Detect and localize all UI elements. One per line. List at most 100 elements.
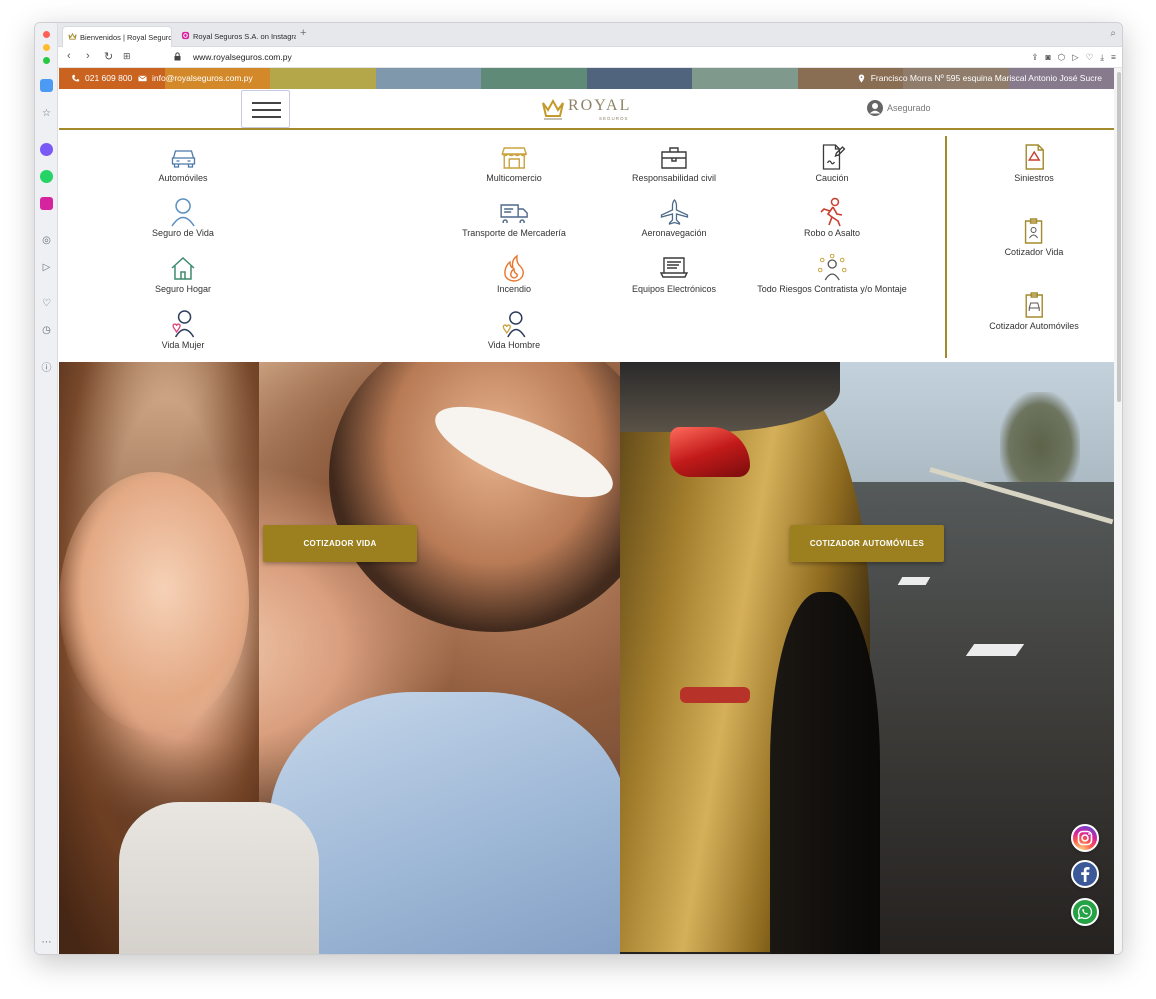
instagram-favicon-icon <box>181 31 190 40</box>
website: 021 609 800 info@royalseguros.com.py Fra… <box>59 68 1114 954</box>
tab-bar: Bienvenidos | Royal Seguros Royal Seguro… <box>58 23 1122 47</box>
close-window-button[interactable] <box>43 31 50 38</box>
address-bar: ‹ › ↻ ⊞ www.royalseguros.com.py ⇪ ◙ ⬡ ▷ … <box>58 47 1122 68</box>
tab-royal-seguros[interactable]: Bienvenidos | Royal Seguros <box>62 26 172 47</box>
menu-item-todo-riesgos[interactable]: Todo Riesgos Contratista y/o Montaje <box>757 253 907 294</box>
send-icon[interactable]: ▷ <box>1072 52 1079 63</box>
menu-item-seguro-hogar[interactable]: Seguro Hogar <box>155 253 211 294</box>
menu-icon[interactable]: ≡ <box>1111 52 1116 63</box>
bulb-icon[interactable]: ⓘ <box>40 360 53 374</box>
download-icon[interactable]: ⤓ <box>1100 52 1104 63</box>
document-signature-icon <box>822 144 845 170</box>
person-icon <box>171 198 195 227</box>
house-icon <box>171 256 195 280</box>
phone-text: 021 609 800 <box>85 73 133 83</box>
menu-item-robo-asalto[interactable]: Robo o Asalto <box>804 197 860 238</box>
envelope-icon <box>138 75 147 81</box>
menu-item-cotizador-automoviles[interactable]: Cotizador Automóviles <box>989 290 1079 331</box>
mega-menu: Automóviles Seguro de Vida Seguro Hogar … <box>59 130 1114 362</box>
storefront-icon <box>501 147 527 169</box>
phone-link[interactable]: 021 609 800 <box>71 73 132 83</box>
menu-item-multicomercio[interactable]: Multicomercio <box>486 142 542 183</box>
car-photo: COTIZADOR AUTOMÓVILES <box>620 362 1114 954</box>
menu-item-aeronavegacion[interactable]: Aeronavegación <box>641 197 707 238</box>
menu-item-automoviles[interactable]: Automóviles <box>158 142 208 183</box>
menu-item-cotizador-vida[interactable]: Cotizador Vida <box>1005 216 1063 257</box>
email-link[interactable]: info@royalseguros.com.py <box>138 73 253 83</box>
cotizador-automoviles-button[interactable]: COTIZADOR AUTOMÓVILES <box>790 525 944 562</box>
page-scrollbar[interactable] <box>1114 68 1122 954</box>
hamburger-menu-button[interactable] <box>241 90 290 128</box>
lock-icon <box>174 52 181 61</box>
menu-item-incendio[interactable]: Incendio <box>497 253 531 294</box>
minimize-window-button[interactable] <box>43 44 50 51</box>
menu-divider <box>945 136 947 358</box>
logo-subtitle: SEGUROS <box>599 116 629 121</box>
whatsapp-button[interactable] <box>1071 898 1099 926</box>
family-photo: COTIZADOR VIDA <box>59 362 620 954</box>
email-text: info@royalseguros.com.py <box>152 73 253 83</box>
forward-icon[interactable]: › <box>86 50 90 62</box>
instagram-icon <box>1077 830 1093 846</box>
speed-dial-icon[interactable] <box>40 79 53 92</box>
url-input[interactable]: www.royalseguros.com.py <box>193 52 292 62</box>
address-info: Francisco Morra Nº 595 esquina Mariscal … <box>857 73 1102 83</box>
clipboard-person-icon <box>1025 218 1043 244</box>
more-icon[interactable]: ⋯ <box>40 936 53 949</box>
logo-name: ROYAL <box>568 97 632 114</box>
heart-icon[interactable]: ♡ <box>1086 52 1094 63</box>
messenger-icon[interactable] <box>40 143 53 156</box>
history-icon[interactable]: ◷ <box>40 324 53 337</box>
tabs-grid-icon[interactable]: ⊞ <box>123 51 131 62</box>
tab-title: Bienvenidos | Royal Seguros <box>80 32 172 42</box>
menu-item-vida-mujer[interactable]: Vida Mujer <box>162 309 204 350</box>
menu-item-equipos-electronicos[interactable]: Equipos Electrónicos <box>632 253 716 294</box>
scroll-thumb[interactable] <box>1117 72 1121 402</box>
shield-icon[interactable]: ⬡ <box>1058 52 1065 63</box>
crown-favicon-icon <box>68 32 77 40</box>
player-icon[interactable]: ◎ <box>40 234 53 247</box>
tab-instagram[interactable]: Royal Seguros S.A. on Instagra <box>176 26 296 47</box>
hero-section: COTIZADOR VIDA COTIZADOR AUTOMÓVILES <box>59 362 1114 954</box>
menu-item-responsabilidad-civil[interactable]: Responsabilidad civil <box>632 142 716 183</box>
claim-document-icon <box>1025 144 1044 170</box>
address-tools: ⇪ ◙ ⬡ ▷ ♡ ⤓ ≡ <box>1031 52 1116 63</box>
facebook-button[interactable] <box>1071 860 1099 888</box>
facebook-icon <box>1081 867 1090 882</box>
back-icon[interactable]: ‹ <box>67 50 71 62</box>
menu-item-vida-hombre[interactable]: Vida Hombre <box>488 309 540 350</box>
woman-heart-icon <box>172 310 195 338</box>
address-text: Francisco Morra Nº 595 esquina Mariscal … <box>870 73 1102 83</box>
send-icon[interactable]: ▷ <box>40 261 53 274</box>
location-pin-icon <box>858 73 864 83</box>
new-tab-button[interactable]: + <box>300 27 306 39</box>
menu-item-seguro-vida[interactable]: Seguro de Vida <box>152 197 214 238</box>
maximize-window-button[interactable] <box>43 57 50 64</box>
running-thief-icon <box>820 197 843 227</box>
tab-title: Royal Seguros S.A. on Instagra <box>193 32 296 41</box>
man-heart-icon <box>502 311 526 338</box>
fire-icon <box>504 254 524 282</box>
whatsapp-sidebar-icon[interactable] <box>40 170 53 183</box>
laptop-icon <box>659 257 689 278</box>
phone-icon <box>72 74 80 81</box>
asegurado-link[interactable]: Asegurado <box>867 100 931 116</box>
cotizador-vida-button[interactable]: COTIZADOR VIDA <box>263 525 417 562</box>
star-icon[interactable]: ☆ <box>40 107 53 120</box>
instagram-sidebar-icon[interactable] <box>40 197 53 210</box>
user-avatar-icon <box>867 100 883 116</box>
crown-icon <box>542 98 564 120</box>
menu-item-caucion[interactable]: Caución <box>815 142 849 183</box>
share-icon[interactable]: ⇪ <box>1031 52 1038 63</box>
tab-search-icon[interactable]: ⌕ <box>1110 28 1116 39</box>
menu-item-siniestros[interactable]: Siniestros <box>1014 142 1054 183</box>
truck-icon <box>500 204 528 223</box>
royal-logo[interactable]: ROYAL SEGUROS <box>541 94 641 124</box>
heart-icon[interactable]: ♡ <box>40 297 53 310</box>
camera-icon[interactable]: ◙ <box>1046 52 1051 63</box>
browser-sidebar: ☆ ◎ ▷ ♡ ◷ ⓘ ⋯ <box>35 23 58 954</box>
reload-icon[interactable]: ↻ <box>104 50 113 63</box>
whatsapp-icon <box>1077 904 1093 920</box>
menu-item-transporte[interactable]: Transporte de Mercadería <box>462 197 566 238</box>
instagram-button[interactable] <box>1071 824 1099 852</box>
